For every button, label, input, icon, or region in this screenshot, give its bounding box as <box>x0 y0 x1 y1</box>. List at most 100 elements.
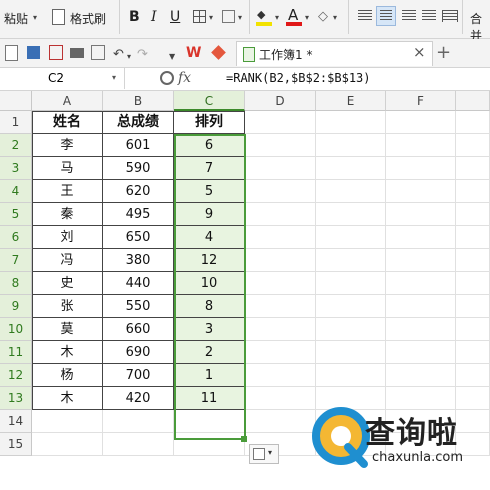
cell-b9[interactable]: 550 <box>103 295 174 318</box>
name-box-dropdown-icon[interactable]: ▾ <box>112 73 116 82</box>
cell-d1[interactable] <box>245 111 316 134</box>
cell-b2[interactable]: 601 <box>103 134 174 157</box>
cell-b8[interactable]: 440 <box>103 272 174 295</box>
cell-a4[interactable]: 王 <box>32 180 103 203</box>
cell-b6[interactable]: 650 <box>103 226 174 249</box>
cell-g5[interactable] <box>456 203 490 226</box>
cell-g3[interactable] <box>456 157 490 180</box>
cell-g11[interactable] <box>456 341 490 364</box>
erase-icon[interactable]: ◇ <box>318 9 328 24</box>
select-all-corner[interactable] <box>0 91 32 111</box>
cell-a9[interactable]: 张 <box>32 295 103 318</box>
cell-g12[interactable] <box>456 364 490 387</box>
row-header-4[interactable]: 4 <box>0 180 32 203</box>
cell-c14[interactable] <box>174 410 245 433</box>
print-icon[interactable] <box>70 48 84 58</box>
cell-c6[interactable]: 4 <box>174 226 245 249</box>
undo-icon[interactable]: ↶ <box>113 47 124 62</box>
fill-color-icon[interactable]: ◆ <box>257 8 271 21</box>
row-header-9[interactable]: 9 <box>0 295 32 318</box>
cell-g7[interactable] <box>456 249 490 272</box>
cell-g2[interactable] <box>456 134 490 157</box>
name-box[interactable]: C2 ▾ <box>0 68 125 89</box>
row-header-1[interactable]: 1 <box>0 111 32 134</box>
wps-logo-icon[interactable]: W <box>186 45 201 61</box>
cell-g8[interactable] <box>456 272 490 295</box>
cell-e6[interactable] <box>316 226 386 249</box>
cell-f5[interactable] <box>386 203 456 226</box>
undo-dropdown-icon[interactable]: ▾ <box>127 52 131 61</box>
cell-f12[interactable] <box>386 364 456 387</box>
cell-a2[interactable]: 李 <box>32 134 103 157</box>
cell-f2[interactable] <box>386 134 456 157</box>
cell-b14[interactable] <box>103 410 174 433</box>
cell-g1[interactable] <box>456 111 490 134</box>
cell-g6[interactable] <box>456 226 490 249</box>
formula-input[interactable]: =RANK(B2,$B$2:$B$13) <box>226 71 371 85</box>
cell-e4[interactable] <box>316 180 386 203</box>
row-header-11[interactable]: 11 <box>0 341 32 364</box>
row-header-14[interactable]: 14 <box>0 410 32 433</box>
cell-a1[interactable]: 姓名 <box>32 111 103 134</box>
cell-c2[interactable]: 6 <box>174 134 245 157</box>
cell-f10[interactable] <box>386 318 456 341</box>
cell-e9[interactable] <box>316 295 386 318</box>
cell-a13[interactable]: 木 <box>32 387 103 410</box>
customize-dropdown-icon[interactable]: ▼ <box>169 52 175 61</box>
cell-b1[interactable]: 总成绩 <box>103 111 174 134</box>
cell-a8[interactable]: 史 <box>32 272 103 295</box>
font-color-dropdown-icon[interactable]: ▾ <box>305 13 309 22</box>
redo-icon[interactable]: ↷ <box>137 47 148 62</box>
cell-f9[interactable] <box>386 295 456 318</box>
paste-dropdown-icon[interactable]: ▾ <box>33 13 37 22</box>
cell-e1[interactable] <box>316 111 386 134</box>
align-right-icon[interactable] <box>402 10 416 22</box>
paste-options-button[interactable]: ▾ <box>249 444 279 464</box>
cell-c8[interactable]: 10 <box>174 272 245 295</box>
export-pdf-icon[interactable] <box>91 45 105 60</box>
cell-b7[interactable]: 380 <box>103 249 174 272</box>
tab-close-icon[interactable]: × <box>413 43 426 61</box>
fill-dropdown-icon[interactable]: ▾ <box>275 13 279 22</box>
column-header-d[interactable]: D <box>245 91 316 111</box>
cell-f1[interactable] <box>386 111 456 134</box>
row-header-3[interactable]: 3 <box>0 157 32 180</box>
cell-c5[interactable]: 9 <box>174 203 245 226</box>
cell-c11[interactable]: 2 <box>174 341 245 364</box>
cell-a7[interactable]: 冯 <box>32 249 103 272</box>
cell-f6[interactable] <box>386 226 456 249</box>
cell-e10[interactable] <box>316 318 386 341</box>
row-header-5[interactable]: 5 <box>0 203 32 226</box>
cell-e3[interactable] <box>316 157 386 180</box>
clear-format-icon[interactable] <box>222 10 235 23</box>
column-header-c[interactable]: C <box>174 91 245 111</box>
format-painter-button[interactable]: 格式刷 <box>70 10 106 27</box>
cell-c9[interactable]: 8 <box>174 295 245 318</box>
cell-a10[interactable]: 莫 <box>32 318 103 341</box>
cell-e2[interactable] <box>316 134 386 157</box>
cell-a5[interactable]: 秦 <box>32 203 103 226</box>
distribute-icon[interactable] <box>442 10 458 22</box>
cell-d3[interactable] <box>245 157 316 180</box>
column-header-overflow[interactable] <box>456 91 490 111</box>
cell-c4[interactable]: 5 <box>174 180 245 203</box>
cell-c12[interactable]: 1 <box>174 364 245 387</box>
cell-b5[interactable]: 495 <box>103 203 174 226</box>
cell-c7[interactable]: 12 <box>174 249 245 272</box>
cell-b12[interactable]: 700 <box>103 364 174 387</box>
cell-d9[interactable] <box>245 295 316 318</box>
row-header-6[interactable]: 6 <box>0 226 32 249</box>
cell-b3[interactable]: 590 <box>103 157 174 180</box>
paste-button[interactable]: 粘贴 <box>4 10 28 27</box>
cell-d8[interactable] <box>245 272 316 295</box>
cell-d12[interactable] <box>245 364 316 387</box>
column-header-b[interactable]: B <box>103 91 174 111</box>
cell-d5[interactable] <box>245 203 316 226</box>
cell-f4[interactable] <box>386 180 456 203</box>
cell-c10[interactable]: 3 <box>174 318 245 341</box>
underline-button[interactable]: U <box>170 9 180 25</box>
column-header-f[interactable]: F <box>386 91 456 111</box>
row-header-7[interactable]: 7 <box>0 249 32 272</box>
row-header-15[interactable]: 15 <box>0 433 32 456</box>
column-header-a[interactable]: A <box>32 91 103 111</box>
